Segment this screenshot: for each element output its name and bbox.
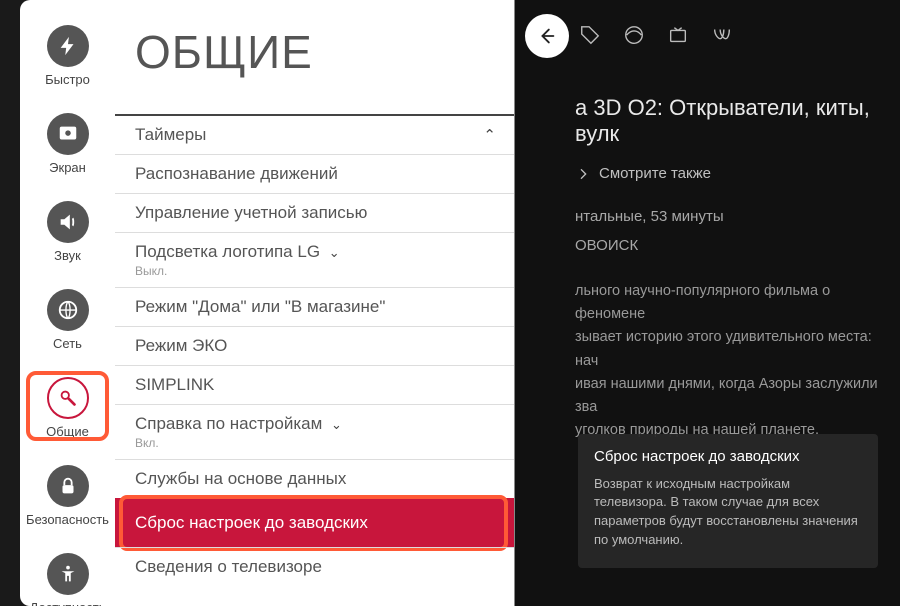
ball-icon[interactable] bbox=[623, 24, 645, 51]
settings-rail: Быстро Экран Звук Сеть Общие bbox=[20, 0, 115, 606]
help-tooltip: Сброс настроек до заводских Возврат к ис… bbox=[578, 434, 878, 568]
rail-label: Звук bbox=[54, 248, 81, 263]
sound-icon bbox=[47, 201, 89, 243]
tv-icon[interactable] bbox=[667, 24, 689, 51]
rail-label: Сеть bbox=[53, 336, 82, 351]
item-motion[interactable]: Распознавание движений bbox=[115, 154, 514, 193]
chevron-up-icon: ⌃ bbox=[483, 126, 496, 144]
settings-panel: ОБЩИЕ Таймеры ⌃ Распознавание движений У… bbox=[115, 0, 515, 606]
lock-icon bbox=[47, 465, 89, 507]
item-data-services[interactable]: Службы на основе данных bbox=[115, 459, 514, 498]
item-label: Распознавание движений bbox=[135, 164, 338, 183]
rail-label: Доступность bbox=[30, 600, 106, 606]
gear-wrench-icon bbox=[47, 377, 89, 419]
item-timers[interactable]: Таймеры ⌃ bbox=[115, 114, 514, 154]
globe-icon bbox=[47, 289, 89, 331]
item-label: Сведения о телевизоре bbox=[135, 557, 322, 576]
tooltip-body: Возврат к исходным настройкам телевизора… bbox=[594, 475, 862, 550]
item-home-store-mode[interactable]: Режим "Дома" или "В магазине" bbox=[115, 287, 514, 326]
item-sublabel: Выкл. bbox=[135, 264, 494, 278]
bolt-icon bbox=[47, 25, 89, 67]
panel-title: ОБЩИЕ bbox=[115, 0, 514, 114]
item-label: Управление учетной записью bbox=[135, 203, 367, 222]
item-sublabel: Вкл. bbox=[135, 436, 494, 450]
tooltip-title: Сброс настроек до заводских bbox=[594, 448, 862, 465]
content-title: а 3D O2: Открыватели, киты, вулк bbox=[575, 95, 890, 147]
item-simplink[interactable]: SIMPLINK bbox=[115, 365, 514, 404]
item-label: Службы на основе данных bbox=[135, 469, 346, 488]
item-label: Режим ЭКО bbox=[135, 336, 227, 355]
rail-quick[interactable]: Быстро bbox=[20, 25, 115, 87]
rail-label: Экран bbox=[49, 160, 86, 175]
tag-icon[interactable] bbox=[579, 24, 601, 51]
chevron-down-icon: ⌄ bbox=[331, 417, 342, 432]
rail-security[interactable]: Безопасность bbox=[20, 465, 115, 527]
content-region: ОВОИСК bbox=[575, 237, 890, 254]
see-also[interactable]: Смотрите также bbox=[575, 165, 890, 182]
item-eco[interactable]: Режим ЭКО bbox=[115, 326, 514, 365]
item-label: Таймеры bbox=[135, 125, 206, 144]
content-description: льного научно-популярного фильма о феном… bbox=[575, 280, 890, 442]
rail-sound[interactable]: Звук bbox=[20, 201, 115, 263]
item-label: Сброс настроек до заводских bbox=[135, 513, 368, 532]
category-icons bbox=[579, 24, 890, 51]
rail-network[interactable]: Сеть bbox=[20, 289, 115, 351]
back-arrow-icon bbox=[536, 25, 558, 47]
chevron-down-icon: ⌄ bbox=[329, 245, 340, 260]
rail-label: Общие bbox=[46, 424, 89, 439]
brightness-icon bbox=[47, 113, 89, 155]
item-about-tv[interactable]: Сведения о телевизоре bbox=[115, 547, 514, 586]
item-factory-reset[interactable]: Сброс настроек до заводских bbox=[115, 498, 514, 547]
item-account[interactable]: Управление учетной записью bbox=[115, 193, 514, 232]
settings-list: Таймеры ⌃ Распознавание движений Управле… bbox=[115, 114, 514, 606]
rail-label: Быстро bbox=[45, 72, 90, 87]
item-label: Справка по настройкам bbox=[135, 414, 322, 433]
rail-picture[interactable]: Экран bbox=[20, 113, 115, 175]
rail-accessibility[interactable]: Доступность bbox=[20, 553, 115, 606]
back-button[interactable] bbox=[525, 14, 569, 58]
item-label: SIMPLINK bbox=[135, 375, 214, 394]
item-label: Режим "Дома" или "В магазине" bbox=[135, 297, 385, 316]
item-label: Подсветка логотипа LG bbox=[135, 242, 320, 261]
chevron-right-icon bbox=[575, 166, 591, 182]
rail-general[interactable]: Общие bbox=[20, 377, 115, 439]
masks-icon[interactable] bbox=[711, 24, 733, 51]
rail-label: Безопасность bbox=[26, 512, 109, 527]
item-help[interactable]: Справка по настройкам ⌄ Вкл. bbox=[115, 404, 514, 459]
content-meta: нтальные, 53 минуты bbox=[575, 208, 890, 225]
accessibility-icon bbox=[47, 553, 89, 595]
item-logo-led[interactable]: Подсветка логотипа LG ⌄ Выкл. bbox=[115, 232, 514, 287]
